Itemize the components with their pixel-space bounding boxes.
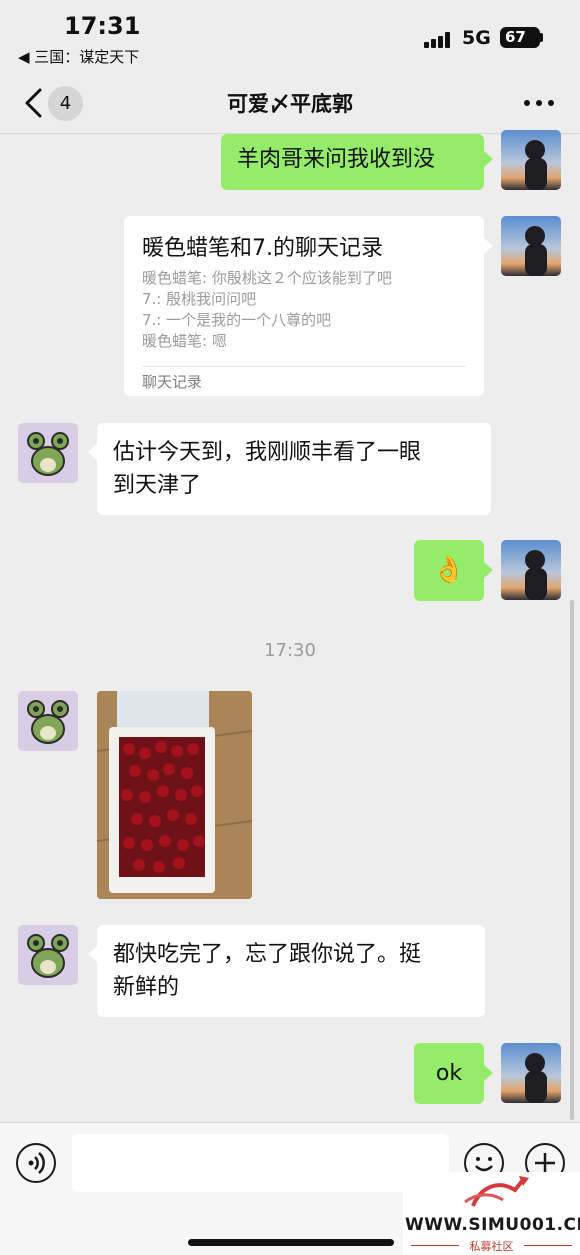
status-bar: 17:31 ◀ 三国：谋定天下 5G 67 [0,0,580,70]
watermark: WWW.SIMU001.CN 私募社区 [403,1172,580,1255]
message-text: 都快吃完了，忘了跟你说了。挺 [113,942,422,967]
chat-record-card[interactable]: 暖色蜡笔和7.的聊天记录 暖色蜡笔: 你殷桃这２个应该能到了吧 7.: 殷桃我问… [124,216,484,396]
avatar-self[interactable] [501,540,561,600]
home-indicator[interactable] [188,1239,394,1246]
cherry-box-photo[interactable] [97,691,252,899]
avatar-contact[interactable] [18,423,78,483]
avatar-contact[interactable] [18,691,78,751]
avatar-contact[interactable] [18,925,78,985]
status-time: 17:31 [64,12,141,40]
chat-record-title: 暖色蜡笔和7.的聊天记录 [142,236,383,261]
avatar-self-image [525,226,547,276]
message-timestamp: 17:30 [264,640,316,661]
message-text: 估计今天到，我刚顺丰看了一眼 [113,440,422,465]
scrollbar[interactable] [570,600,574,1120]
more-options-icon[interactable] [522,100,556,108]
chat-header: 4 可爱〆平底郭 [0,70,580,134]
battery-icon: 67 [500,27,540,48]
voice-input-button[interactable] [16,1143,56,1183]
watermark-logo-icon [464,1176,529,1207]
bubble-tail [88,946,97,962]
frog-avatar-icon [27,432,69,476]
message-bubble-contact[interactable]: 都快吃完了，忘了跟你说了。挺 新鲜的 [97,925,485,1017]
message-text: 新鲜的 [113,975,180,1000]
frog-avatar-icon [27,934,69,978]
chat-record-line: 暖色蜡笔: 嗯 [142,332,227,350]
frog-avatar-icon [27,700,69,744]
cherry-photo-image [97,691,252,899]
watermark-subtitle: 私募社区 [469,1240,514,1253]
chat-title: 可爱〆平底郭 [227,92,353,116]
bubble-tail [88,444,97,460]
avatar-self[interactable] [501,130,561,190]
avatar-self[interactable] [501,1043,561,1103]
chat-record-preview: 暖色蜡笔: 你殷桃这２个应该能到了吧 7.: 殷桃我问问吧 7.: 一个是我的一… [142,268,392,352]
avatar-self-image [525,140,547,190]
divider [142,366,466,367]
bubble-tail [484,151,493,167]
message-bubble-self[interactable]: 👌 [414,540,484,601]
avatar-self[interactable] [501,216,561,276]
avatar-self-image [525,550,547,600]
divider [524,1245,572,1246]
back-to-app-link[interactable]: ◀ 三国：谋定天下 [18,46,139,67]
message-bubble-self[interactable]: 羊肉哥来问我收到没 [221,134,484,190]
message-bubble-contact[interactable]: 估计今天到，我刚顺丰看了一眼 到天津了 [97,423,491,515]
cellular-signal-icon [424,32,452,48]
watermark-site: WWW.SIMU001.CN [405,1215,580,1235]
avatar-self-image [525,1053,547,1103]
chat-record-label: 聊天记录 [142,373,203,391]
message-text: 到天津了 [113,473,202,498]
bubble-tail [484,562,493,578]
message-bubble-self[interactable]: ok [414,1043,484,1104]
message-input[interactable] [72,1134,449,1192]
chat-record-line: 7.: 一个是我的一个八尊的吧 [142,311,332,329]
bubble-tail [484,1065,493,1081]
chat-record-line: 7.: 殷桃我问问吧 [142,290,257,308]
voice-icon [28,1152,45,1174]
network-type: 5G [462,27,491,49]
bubble-tail [484,238,493,254]
battery-tip [540,33,543,42]
chat-record-line: 暖色蜡笔: 你殷桃这２个应该能到了吧 [142,269,392,287]
